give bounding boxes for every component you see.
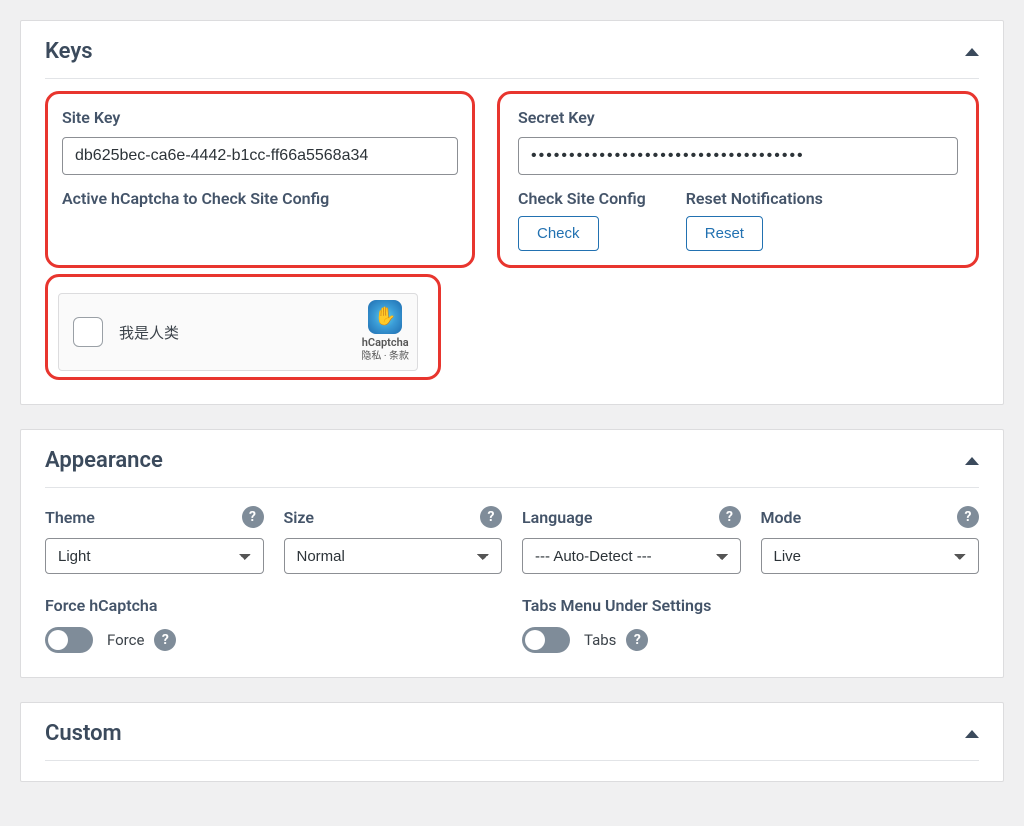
active-hcaptcha-label: Active hCaptcha to Check Site Config [62,189,458,208]
help-icon[interactable]: ? [719,506,741,528]
theme-select[interactable]: Light [45,538,264,574]
panel-appearance: Appearance Theme ? Light Size ? Norma [20,429,1004,678]
help-icon[interactable]: ? [242,506,264,528]
panel-header-custom[interactable]: Custom [21,703,1003,754]
site-key-input[interactable] [62,137,458,175]
hcaptcha-brand: ✋ hCaptcha 隐私 · 条款 [361,300,409,363]
secret-key-label: Secret Key [518,108,958,127]
hcaptcha-logo-icon: ✋ [368,300,402,334]
help-icon[interactable]: ? [626,629,648,651]
chevron-up-icon[interactable] [965,730,979,738]
size-select[interactable]: Normal [284,538,503,574]
hcaptcha-text: 我是人类 [119,322,179,343]
mode-field: Mode ? Live [761,506,980,574]
mode-select[interactable]: Live [761,538,980,574]
panel-custom: Custom [20,702,1004,782]
hcaptcha-widget-highlight: 我是人类 ✋ hCaptcha 隐私 · 条款 [45,274,441,380]
language-field: Language ? --- Auto-Detect --- [522,506,741,574]
hcaptcha-brand-label: hCaptcha [361,336,409,350]
secret-key-group: Secret Key Check Site Config Check Reset… [497,91,979,268]
hcaptcha-links: 隐私 · 条款 [361,350,409,363]
force-toggle[interactable] [45,627,93,653]
hcaptcha-privacy-link[interactable]: 隐私 [361,351,381,362]
tabs-menu-field: Tabs Menu Under Settings Tabs ? [522,596,979,653]
help-icon[interactable]: ? [957,506,979,528]
mode-label: Mode [761,508,802,527]
check-button[interactable]: Check [518,216,599,251]
panel-keys: Keys Site Key Active hCaptcha to Check S… [20,20,1004,405]
reset-button[interactable]: Reset [686,216,763,251]
size-label: Size [284,508,315,527]
site-key-group: Site Key Active hCaptcha to Check Site C… [45,91,475,268]
reset-notifications-label: Reset Notifications [686,189,823,208]
theme-label: Theme [45,508,95,527]
panel-body-appearance: Theme ? Light Size ? Normal Language [21,488,1003,677]
chevron-up-icon[interactable] [965,48,979,56]
language-select[interactable]: --- Auto-Detect --- [522,538,741,574]
panel-title-keys: Keys [45,39,93,64]
theme-field: Theme ? Light [45,506,264,574]
panel-body-keys: Site Key Active hCaptcha to Check Site C… [21,79,1003,404]
chevron-up-icon[interactable] [965,457,979,465]
size-field: Size ? Normal [284,506,503,574]
panel-body-custom [21,761,1003,781]
panel-title-custom: Custom [45,721,122,746]
force-toggle-label: Force [107,631,144,649]
secret-key-input[interactable] [518,137,958,175]
help-icon[interactable]: ? [154,629,176,651]
hcaptcha-checkbox[interactable] [73,317,103,347]
panel-header-appearance[interactable]: Appearance [21,430,1003,481]
hcaptcha-widget[interactable]: 我是人类 ✋ hCaptcha 隐私 · 条款 [58,293,418,371]
help-icon[interactable]: ? [480,506,502,528]
site-key-label: Site Key [62,108,458,127]
language-label: Language [522,508,593,527]
force-hcaptcha-field: Force hCaptcha Force ? [45,596,502,653]
tabs-toggle-label: Tabs [584,631,616,649]
check-site-config-label: Check Site Config [518,189,646,208]
panel-title-appearance: Appearance [45,448,163,473]
panel-header-keys[interactable]: Keys [21,21,1003,72]
tabs-toggle[interactable] [522,627,570,653]
tabs-menu-label: Tabs Menu Under Settings [522,596,979,615]
force-hcaptcha-label: Force hCaptcha [45,596,502,615]
hcaptcha-terms-link[interactable]: 条款 [389,351,409,362]
